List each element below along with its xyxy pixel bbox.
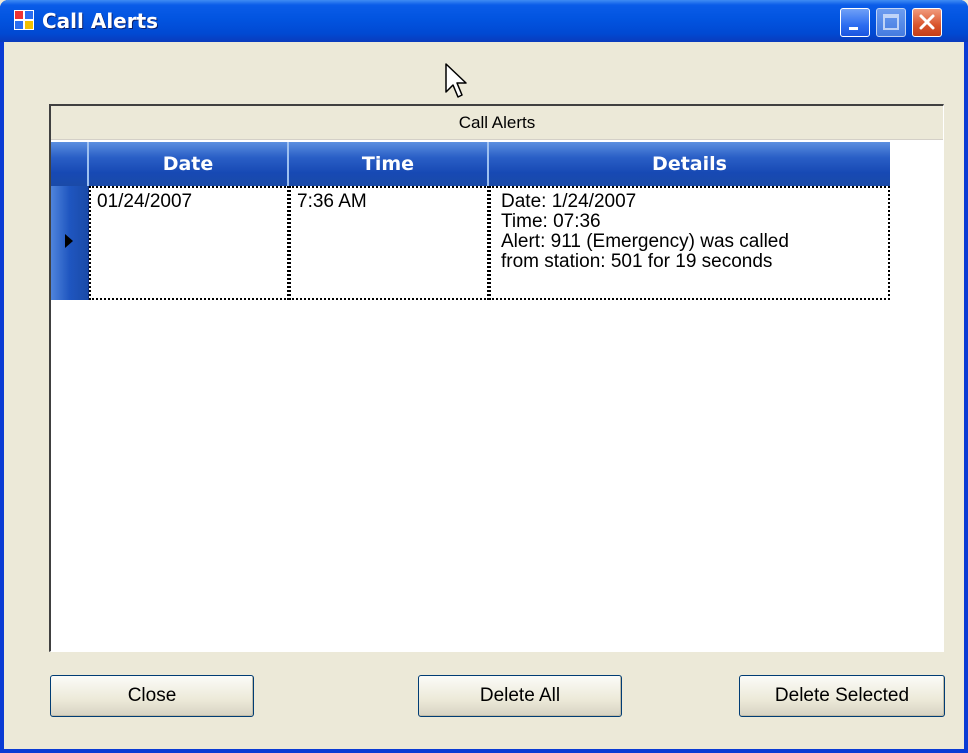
maximize-icon (883, 14, 899, 30)
cell-details[interactable]: Date: 1/24/2007 Time: 07:36 Alert: 911 (… (489, 186, 890, 300)
grid-caption: Call Alerts (51, 106, 943, 140)
close-window-button[interactable] (912, 8, 942, 37)
call-alerts-window: Call Alerts Call Alerts Date Time Detail… (0, 0, 968, 753)
delete-all-button[interactable]: Delete All (418, 675, 622, 717)
close-icon (919, 14, 935, 30)
column-header-date[interactable]: Date (89, 142, 289, 186)
title-bar[interactable]: Call Alerts (0, 0, 968, 42)
app-window-icon (14, 10, 34, 30)
minimize-icon (849, 27, 858, 30)
delete-selected-button[interactable]: Delete Selected (739, 675, 945, 717)
alerts-data-grid[interactable]: Call Alerts Date Time Details 01/24/2007… (49, 104, 944, 652)
column-header-details[interactable]: Details (489, 142, 890, 186)
window-title: Call Alerts (42, 9, 159, 33)
maximize-button[interactable] (876, 8, 906, 37)
close-button[interactable]: Close (50, 675, 254, 717)
cell-date[interactable]: 01/24/2007 (89, 186, 289, 300)
row-selector-arrow-icon (65, 234, 73, 248)
column-header-time[interactable]: Time (289, 142, 489, 186)
cell-time[interactable]: 7:36 AM (289, 186, 489, 300)
row-header[interactable] (51, 186, 89, 300)
minimize-button[interactable] (840, 8, 870, 37)
grid-header-corner (51, 142, 89, 186)
mouse-cursor-icon (445, 63, 467, 98)
